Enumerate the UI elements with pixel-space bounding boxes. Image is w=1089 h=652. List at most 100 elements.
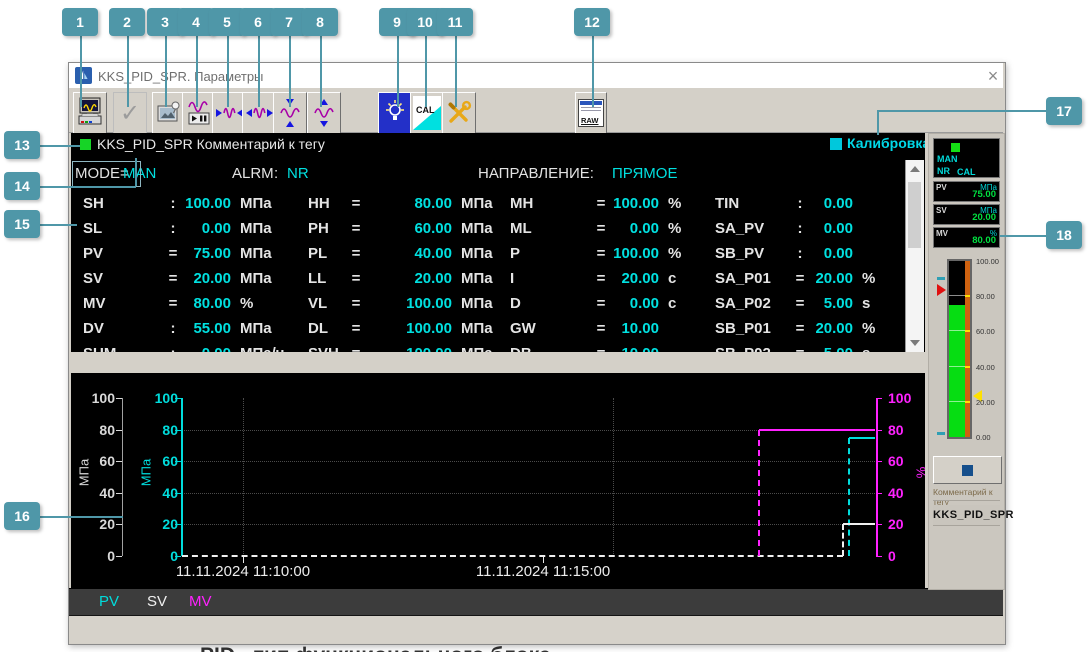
param-value[interactable]: 20.00	[808, 266, 853, 291]
param-value[interactable]: 5.00	[808, 341, 853, 352]
param-value[interactable]: 60.00	[364, 216, 452, 241]
scale-expand-button[interactable]	[307, 92, 341, 134]
callout-line	[39, 224, 77, 226]
bargraph-pv-fill	[949, 305, 965, 437]
callout-line	[592, 36, 594, 107]
high-limit-marker	[937, 277, 945, 280]
gridline-v	[243, 398, 244, 556]
legend-item-pv[interactable]: PV	[99, 593, 119, 610]
callout-line	[39, 516, 123, 518]
param-value[interactable]: 20.00	[808, 316, 853, 341]
close-button[interactable]: ×	[982, 66, 1004, 86]
param-name: MH	[510, 191, 593, 216]
export-image-button[interactable]	[152, 92, 186, 134]
param-value[interactable]: 40.00	[364, 241, 452, 266]
stop-square-icon	[962, 465, 973, 476]
y-axis-tick-label: 80	[148, 422, 178, 438]
tools-button[interactable]	[442, 92, 476, 134]
param-value[interactable]: 10.00	[609, 341, 659, 352]
param-separator: =	[593, 316, 609, 341]
parameter-group: MH=100.00%ML=0.00%P=100.00%I=20.00cD=0.0…	[510, 191, 714, 352]
callout-line	[39, 186, 136, 188]
param-value[interactable]: 0.00	[609, 291, 659, 316]
direction-value[interactable]: ПРЯМОЕ	[612, 164, 677, 184]
raw-button[interactable]: RAW	[575, 92, 607, 134]
y-axis-tick	[876, 398, 882, 399]
param-value[interactable]: 20.00	[609, 266, 659, 291]
legend-item-mv[interactable]: MV	[189, 593, 212, 610]
callout-line	[877, 110, 879, 135]
param-value[interactable]: 10.00	[609, 316, 659, 341]
param-value[interactable]: 80.00	[181, 291, 231, 316]
scroll-down-icon[interactable]	[910, 340, 920, 346]
param-separator: =	[792, 291, 808, 316]
faceplate-pv-box: PV МПа 75.00	[933, 181, 1000, 202]
param-value[interactable]: 0.00	[181, 216, 231, 241]
param-value[interactable]: 0.00	[808, 216, 853, 241]
y-axis-tick-label: 100	[888, 390, 924, 406]
sv-value: 20.00	[972, 212, 996, 223]
trend-run-pause-button[interactable]	[182, 92, 216, 134]
trend-chart: 100806040200МПа100806040200МПа1008060402…	[71, 373, 925, 588]
param-separator: =	[348, 191, 364, 216]
trace-pv	[849, 437, 875, 439]
time-compress-button[interactable]	[212, 92, 246, 134]
param-value[interactable]: 0.00	[808, 241, 853, 266]
apply-button[interactable]: ✓	[113, 92, 147, 134]
gridline-h	[182, 461, 875, 462]
lamp-button[interactable]	[378, 92, 412, 134]
param-value[interactable]: 5.00	[808, 291, 853, 316]
gridline-h	[182, 493, 875, 494]
param-value[interactable]: 100.00	[609, 241, 659, 266]
param-value[interactable]: 100.00	[364, 341, 452, 352]
raw-label: RAW	[581, 116, 599, 125]
callout-badge-2: 2	[109, 8, 145, 36]
param-name: SA_P01	[715, 266, 792, 291]
bargraph	[947, 259, 972, 439]
param-unit: s	[853, 291, 903, 316]
calibration-indicator[interactable]	[830, 138, 842, 150]
alrm-label: ALRM	[232, 164, 274, 184]
param-value[interactable]: 55.00	[181, 316, 231, 341]
param-name: SVH	[308, 341, 348, 352]
param-value[interactable]: 20.00	[181, 266, 231, 291]
y-axis-tick-label: 80	[888, 422, 924, 438]
print-button[interactable]	[73, 92, 107, 134]
callout-line	[878, 110, 1047, 112]
callout-badge-18: 18	[1046, 221, 1082, 249]
param-value[interactable]: 100.00	[609, 191, 659, 216]
pv-value: 75.00	[972, 189, 996, 200]
param-separator: :	[165, 216, 181, 241]
param-separator: =	[165, 266, 181, 291]
param-value[interactable]: 0.00	[181, 341, 231, 352]
param-name: I	[510, 266, 593, 291]
vertical-scrollbar[interactable]	[905, 160, 924, 352]
param-unit: МПа	[452, 266, 512, 291]
param-value[interactable]: 80.00	[364, 191, 452, 216]
mv-pointer-icon[interactable]	[937, 284, 946, 296]
param-separator: :	[165, 191, 181, 216]
param-value[interactable]: 100.00	[181, 191, 231, 216]
param-value[interactable]: 0.00	[609, 216, 659, 241]
window-title: KKS_PID_SPR. Параметры	[98, 69, 263, 84]
callout-line	[425, 36, 427, 107]
param-name: ML	[510, 216, 593, 241]
param-value[interactable]: 0.00	[808, 191, 853, 216]
faceplate-stop-button[interactable]	[933, 456, 1002, 484]
y-axis-tick-label: 100	[148, 390, 178, 406]
callout-line	[258, 36, 260, 107]
callout-line	[127, 36, 129, 107]
param-value[interactable]: 20.00	[364, 266, 452, 291]
param-value[interactable]: 100.00	[364, 291, 452, 316]
y-axis-tick	[876, 556, 882, 557]
calibration-button[interactable]: CAL	[410, 92, 444, 134]
param-unit	[853, 216, 903, 241]
vertical-scroll-thumb[interactable]	[908, 182, 921, 248]
trace-pv	[848, 438, 850, 557]
param-value[interactable]: 75.00	[181, 241, 231, 266]
callout-badge-16: 16	[4, 502, 40, 530]
scroll-up-icon[interactable]	[910, 166, 920, 172]
legend-item-sv[interactable]: SV	[147, 593, 167, 610]
y-axis-line	[122, 398, 123, 556]
param-value[interactable]: 100.00	[364, 316, 452, 341]
